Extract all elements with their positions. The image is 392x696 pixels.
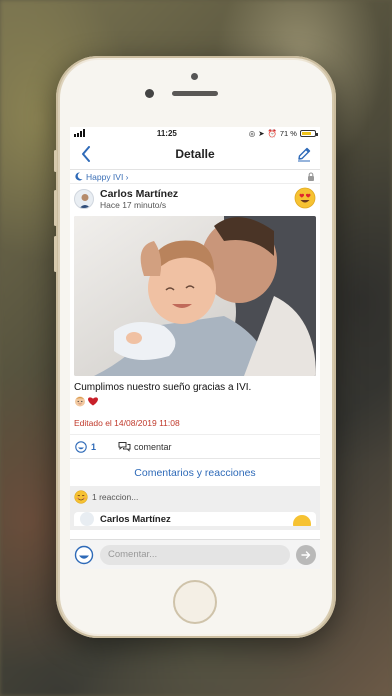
- battery-icon: [299, 129, 318, 137]
- navigation-bar: Detalle: [70, 139, 320, 170]
- arrow-right-icon: [301, 550, 311, 559]
- home-button[interactable]: [173, 580, 217, 624]
- comment-button[interactable]: comentar: [118, 441, 172, 452]
- post-photo[interactable]: [74, 216, 316, 376]
- reaction-summary-text: 1 reaccion...: [92, 492, 139, 502]
- smiling-emoji-icon: [74, 490, 88, 504]
- earpiece-speaker: [172, 91, 218, 96]
- edited-label: Editado el 14/08/2019 11:08: [74, 418, 180, 428]
- user-photo-icon: [79, 194, 91, 208]
- comments-list: 1 reaccion... Carlos Martínez: [70, 486, 320, 530]
- post-caption: Cumplimos nuestro sueño gracias a IVI.: [74, 382, 252, 393]
- volume-up-button: [54, 190, 57, 226]
- chevron-left-icon: [82, 146, 90, 162]
- avatar[interactable]: [74, 189, 94, 209]
- comment-card[interactable]: Carlos Martínez: [74, 512, 316, 526]
- comment-label: comentar: [134, 441, 172, 452]
- pencil-icon: [297, 147, 311, 162]
- mute-switch: [54, 150, 57, 172]
- moon-icon: [75, 172, 83, 181]
- smiling-emoji-icon: [293, 515, 311, 526]
- chat-bubbles-icon: [118, 442, 131, 452]
- comments-section-title[interactable]: Comentarios y reacciones: [70, 458, 320, 486]
- send-button[interactable]: [296, 544, 316, 565]
- back-button[interactable]: [76, 144, 96, 164]
- edit-button[interactable]: [294, 144, 314, 164]
- caption-emojis: [70, 394, 320, 408]
- heart-eyes-emoji-icon[interactable]: [294, 187, 316, 209]
- status-bar: 11:25 ◎ ➤ ⏰ 71 %: [70, 127, 320, 139]
- volume-down-button: [54, 236, 57, 272]
- status-indicators: ◎ ➤ ⏰ 71 %: [248, 128, 318, 138]
- alarm-icon: ⏰: [267, 128, 277, 138]
- group-name: Happy IVI ›: [86, 171, 129, 182]
- post-actions: 1 comentar: [70, 434, 320, 458]
- comment-author: Carlos Martínez: [100, 513, 171, 525]
- reaction-picker-icon[interactable]: [74, 545, 94, 565]
- camera-dot: [191, 73, 198, 80]
- orientation-lock-icon: ◎: [248, 128, 256, 138]
- page-title: Detalle: [175, 147, 215, 161]
- lock-icon: [308, 172, 314, 181]
- location-icon: ➤: [258, 128, 265, 138]
- post-time: Hace 17 minuto/s: [100, 200, 167, 210]
- status-time: 11:25: [156, 128, 177, 138]
- baby-emoji-icon: [75, 396, 85, 407]
- app-screen: 11:25 ◎ ➤ ⏰ 71 % Detalle Happy IVI › Car…: [70, 127, 320, 569]
- signal-icon: [74, 129, 85, 137]
- post-author[interactable]: Carlos Martínez: [100, 188, 178, 200]
- group-link[interactable]: Happy IVI ›: [70, 170, 320, 184]
- avatar: [80, 512, 94, 526]
- post-header: Carlos Martínez Hace 17 minuto/s: [70, 184, 320, 214]
- father-kissing-baby-image: [74, 216, 316, 376]
- comment-input[interactable]: Comentar...: [100, 544, 290, 565]
- reaction-summary[interactable]: 1 reaccion...: [74, 490, 316, 504]
- heart-emoji-icon: [88, 397, 98, 406]
- front-camera: [145, 89, 154, 98]
- reaction-smile-icon[interactable]: [75, 440, 87, 453]
- reaction-count[interactable]: 1: [91, 442, 96, 452]
- battery-percent: 71 %: [279, 128, 297, 138]
- comment-composer: Comentar...: [70, 539, 320, 569]
